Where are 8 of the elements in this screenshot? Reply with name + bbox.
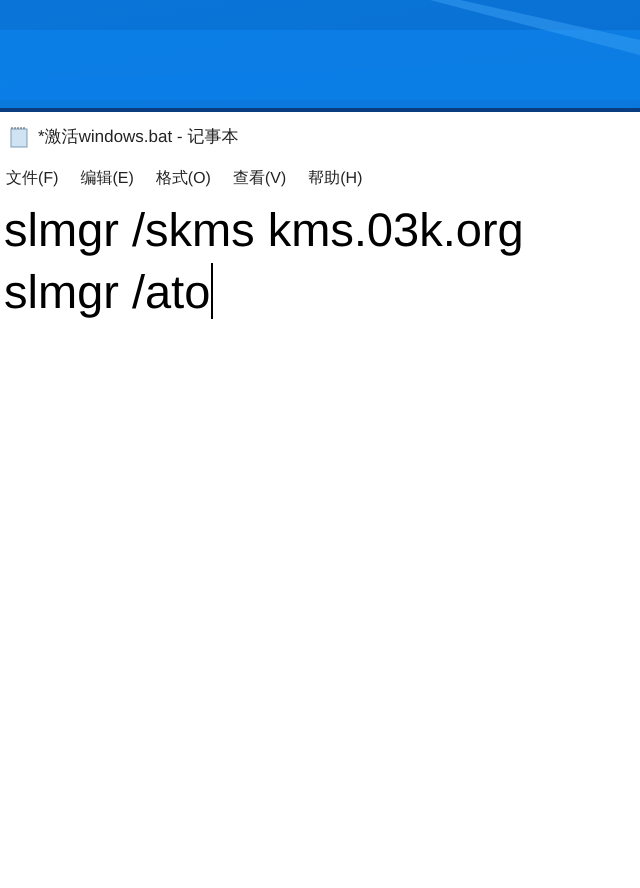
- menu-item[interactable]: 帮助(H): [308, 167, 362, 191]
- menu-item[interactable]: 文件(F): [6, 167, 58, 191]
- menu-item[interactable]: 格式(O): [156, 167, 211, 191]
- text-caret: [211, 263, 214, 319]
- menu-item[interactable]: 查看(V): [232, 167, 286, 191]
- menu-item[interactable]: 编辑(E): [80, 167, 134, 191]
- notepad-icon: [8, 126, 30, 148]
- window-title: *激活windows.bat - 记事本: [38, 126, 238, 148]
